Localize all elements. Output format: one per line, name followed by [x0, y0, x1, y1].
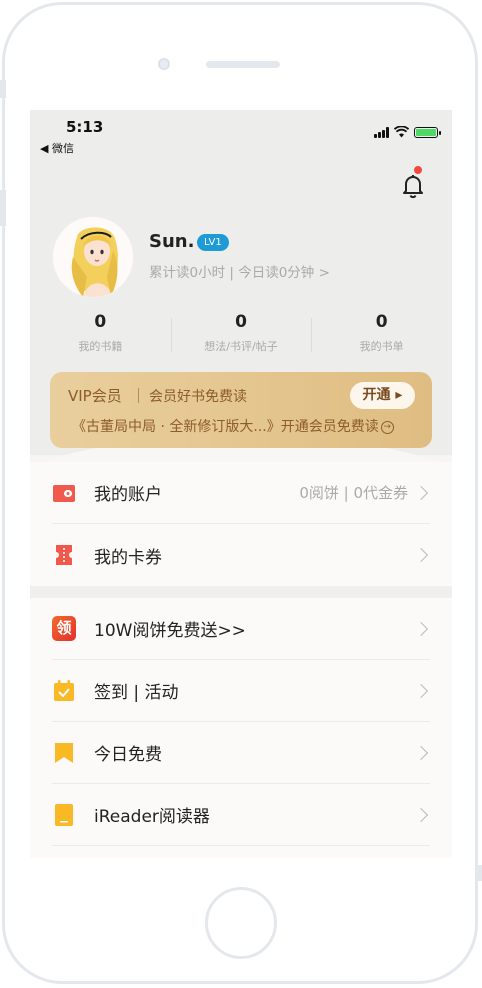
chevron-right-icon [413, 683, 429, 698]
front-camera [158, 58, 170, 70]
menu-label: iReader阅读器 [94, 807, 210, 827]
chevron-right-icon [413, 745, 429, 760]
chevron-right-icon [413, 485, 429, 500]
stat-label: 想法/书评/帖子 [204, 340, 278, 353]
status-indicators [374, 126, 441, 138]
back-to-app-link[interactable]: ◀ 微信 [40, 140, 74, 156]
reading-stats-link[interactable]: 累计读0小时 | 今日读0分钟 > [149, 261, 330, 281]
bookmark-icon [52, 741, 76, 765]
chevron-right-icon [413, 621, 429, 636]
stat-value: 0 [94, 312, 107, 332]
notification-dot [414, 166, 422, 174]
stat-my-books[interactable]: 0 我的书籍 [30, 310, 171, 360]
stat-label: 我的书籍 [78, 340, 123, 353]
avatar[interactable] [52, 216, 134, 298]
stat-thoughts[interactable]: 0 想法/书评/帖子 [170, 310, 312, 360]
calendar-check-icon [52, 679, 76, 703]
divider [138, 388, 139, 403]
menu-label: 我的卡券 [94, 547, 162, 568]
gift-icon: 领 [52, 616, 76, 641]
menu-label: 今日免费 [94, 745, 162, 765]
stat-value: 0 [235, 312, 247, 332]
stat-value: 0 [375, 312, 388, 332]
menu-group-activities: 领 10W阅饼免费送>> 签到 | 活动 今日免费 iReader阅读器 [30, 598, 452, 858]
side-button [476, 865, 482, 881]
username: Sun. [149, 231, 195, 252]
signal-icon [374, 126, 389, 138]
ereader-icon [52, 803, 76, 827]
side-button [0, 190, 6, 226]
account-balance: 0阅饼 | 0代金券 [299, 484, 408, 502]
wallet-icon [52, 481, 76, 505]
wifi-icon [394, 126, 409, 138]
earpiece-speaker [206, 61, 280, 68]
menu-item-ireader[interactable]: iReader阅读器 [52, 784, 430, 846]
level-badge: LV1 [197, 234, 229, 251]
side-button [0, 80, 6, 98]
avatar-illustration [53, 217, 133, 297]
menu-item-my-account[interactable]: 我的账户 0阅饼 | 0代金券 [52, 462, 430, 524]
battery-icon [414, 126, 441, 138]
stat-label: 我的书单 [359, 340, 404, 353]
menu-label: 我的账户 [94, 485, 162, 505]
vip-banner[interactable]: VIP会员 会员好书免费读 开通 ▸ 《古董局中局 · 全新修订版大...》开通… [50, 372, 432, 448]
ticket-icon [52, 543, 76, 567]
menu-label: 10W阅饼免费送>> [94, 621, 246, 641]
stats-row: 0 我的书籍 0 想法/书评/帖子 0 我的书单 [30, 310, 452, 360]
vip-promo[interactable]: 《古董局中局 · 全新修订版大...》开通会员免费读 → [72, 416, 394, 436]
menu-item-my-coupons[interactable]: 我的卡券 [52, 524, 430, 586]
menu-item-checkin[interactable]: 签到 | 活动 [52, 660, 430, 722]
vip-subtitle: 会员好书免费读 [149, 389, 247, 405]
home-button[interactable] [205, 887, 277, 959]
menu-group-account: 我的账户 0阅饼 | 0代金券 我的卡券 [30, 462, 452, 586]
status-time: 5:13 [66, 118, 104, 136]
vip-promo-text: 《古董局中局 · 全新修订版大...》开通会员免费读 [72, 419, 379, 435]
vip-title: VIP会员 [68, 387, 122, 405]
menu-item-free-coins[interactable]: 领 10W阅饼免费送>> [52, 598, 430, 660]
menu-label: 签到 | 活动 [94, 683, 179, 703]
vip-open-button[interactable]: 开通 ▸ [350, 382, 415, 409]
app-screen: 5:13 ◀ 微信 Sun. LV1 累计读0小时 | 今日读0分钟 > 0 我… [30, 110, 452, 858]
menu-item-free-today[interactable]: 今日免费 [52, 722, 430, 784]
chevron-right-icon [413, 547, 429, 563]
notification-bell-icon[interactable] [398, 170, 428, 200]
stat-booklists[interactable]: 0 我的书单 [311, 310, 452, 360]
section-gap [30, 586, 452, 598]
arrow-circle-icon: → [380, 420, 394, 434]
chevron-right-icon [413, 807, 429, 822]
